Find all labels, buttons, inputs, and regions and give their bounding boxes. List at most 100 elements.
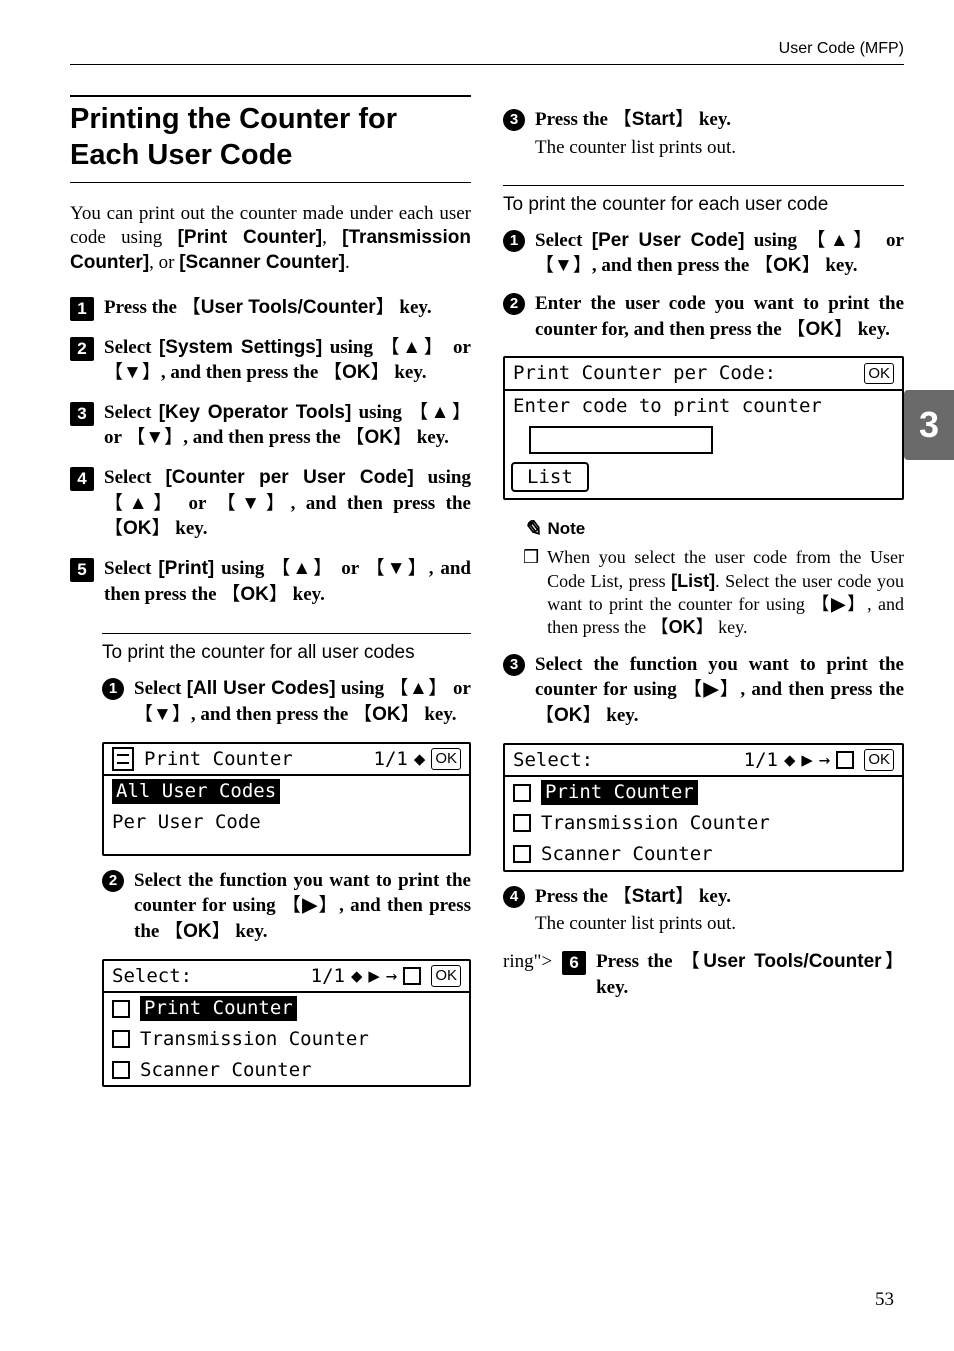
lcd-item: Transmission Counter — [541, 811, 770, 836]
substep-number-icon: 4 — [503, 886, 525, 908]
label: [Counter per User Code] — [165, 467, 413, 488]
lcd-item: Scanner Counter — [541, 842, 713, 867]
lcd-item: Transmission Counter — [140, 1027, 369, 1052]
label: [Per User Code] — [592, 230, 745, 251]
text: key. — [412, 427, 449, 448]
arrow-icon: → — [386, 964, 397, 989]
ok-key: OK — [786, 319, 853, 340]
text: key. — [420, 704, 457, 725]
lcd-item: Per User Code — [112, 810, 261, 835]
result-text: The counter list prints out. — [535, 137, 904, 159]
substep-a1: 1 Select [All User Codes] using ▲ or ▼, … — [102, 676, 471, 727]
up-key: ▲ — [381, 337, 446, 358]
text: key. — [694, 109, 731, 130]
text: using — [414, 467, 471, 488]
ok-key: OK — [323, 362, 390, 383]
label: [Print Counter] — [178, 227, 323, 248]
up-key: ▲ — [806, 230, 876, 251]
text: , and then press the — [291, 493, 471, 514]
lcd-panel-2: Select: 1/1 ◆▶→ OK Print Counter Transmi… — [102, 959, 471, 1088]
group-all-codes-head: To print the counter for all user codes — [102, 633, 471, 664]
text: using — [744, 230, 806, 251]
text: using — [214, 558, 271, 579]
bullet-icon: ❒ — [523, 546, 539, 640]
checkbox-icon — [513, 814, 531, 832]
step-6: ring"> 6 Press the User Tools/Counter ke… — [503, 949, 904, 1000]
text: key. — [231, 921, 268, 942]
updown-icon: ◆ — [351, 964, 362, 989]
label: [System Settings] — [159, 337, 322, 358]
label: [Print] — [158, 558, 214, 579]
note-item: ❒ When you select the user code from the… — [523, 546, 904, 640]
step-2: 2 Select [System Settings] using ▲ or ▼,… — [70, 335, 471, 386]
text: , — [322, 227, 342, 248]
note-heading: ✎ Note — [523, 516, 904, 542]
substep-number-icon: 1 — [102, 678, 124, 700]
lcd-list-button: List — [511, 462, 589, 493]
text: Press the — [596, 951, 681, 972]
play-icon: ▶ — [801, 748, 812, 773]
note-label: Note — [547, 519, 585, 539]
lcd-title: Print Counter — [144, 747, 293, 772]
lcd-title: Select: — [513, 748, 593, 773]
checkbox-icon — [112, 1030, 130, 1048]
result-text: The counter list prints out. — [535, 913, 904, 935]
text: , and then press the — [592, 255, 754, 276]
text: or — [104, 427, 126, 448]
step-4: 4 Select [Counter per User Code] using ▲… — [70, 465, 471, 542]
up-key: ▲ — [271, 558, 334, 579]
ok-key: OK — [651, 617, 714, 637]
group-each-code-head: To print the counter for each user code — [503, 185, 904, 216]
updown-icon: ◆ — [414, 747, 425, 772]
checkbox-icon — [513, 784, 531, 802]
checkbox-icon — [513, 845, 531, 863]
text: Select — [535, 230, 592, 251]
ok-key: OK — [535, 705, 602, 726]
substep-a3: 3 Press the Start key. — [503, 107, 904, 133]
ok-key: OK — [345, 427, 412, 448]
substep-number-icon: 3 — [503, 654, 525, 676]
text: or — [334, 558, 365, 579]
substep-b2: 2 Enter the user code you want to print … — [503, 291, 904, 342]
lcd-item: Scanner Counter — [140, 1058, 312, 1083]
text: key. — [288, 584, 325, 605]
pencil-icon: ✎ — [523, 516, 541, 542]
lcd-prompt: Enter code to print counter — [513, 394, 822, 419]
chapter-tab: 3 — [904, 390, 954, 460]
text: key. — [821, 255, 858, 276]
down-key: ▼ — [535, 255, 592, 276]
text: or — [448, 678, 471, 699]
lcd-panel-1: Print Counter 1/1 ◆ OK All User Codes Pe… — [102, 742, 471, 856]
arrow-icon: → — [819, 748, 830, 773]
step-number-icon: 1 — [70, 297, 94, 321]
ok-key: OK — [164, 921, 231, 942]
text: Select — [134, 678, 187, 699]
text: key. — [596, 977, 628, 998]
text: key. — [853, 319, 890, 340]
user-tools-key: User Tools/Counter — [681, 951, 904, 972]
label: [Key Operator Tools] — [159, 402, 352, 423]
text: , or — [149, 252, 179, 273]
substep-number-icon: 2 — [102, 870, 124, 892]
text: Select — [104, 402, 159, 423]
step-number-icon: 3 — [70, 402, 94, 426]
text: , and then press the — [161, 362, 323, 383]
text: using — [351, 402, 409, 423]
down-key: ▼ — [126, 427, 183, 448]
right-key: ▶ — [282, 895, 339, 916]
down-key: ▼ — [366, 558, 429, 579]
lcd-title: Select: — [112, 964, 192, 989]
up-key: ▲ — [104, 493, 178, 514]
text: Press the — [535, 109, 613, 130]
lcd-page-indicator: 1/1 — [311, 964, 345, 989]
text: or — [877, 230, 904, 251]
step-number-icon: 4 — [70, 467, 94, 491]
substep-a2: 2 Select the function you want to print … — [102, 868, 471, 945]
substep-number-icon: 3 — [503, 109, 525, 131]
lcd-panel-4: Select: 1/1 ◆▶→ OK Print Counter Transmi… — [503, 743, 904, 872]
text: Select — [104, 558, 158, 579]
lcd-item-selected: All User Codes — [112, 779, 280, 804]
right-key: ▶ — [811, 594, 867, 614]
lcd-panel-3: Print Counter per Code: OK Enter code to… — [503, 356, 904, 500]
text: , and then press the — [191, 704, 353, 725]
